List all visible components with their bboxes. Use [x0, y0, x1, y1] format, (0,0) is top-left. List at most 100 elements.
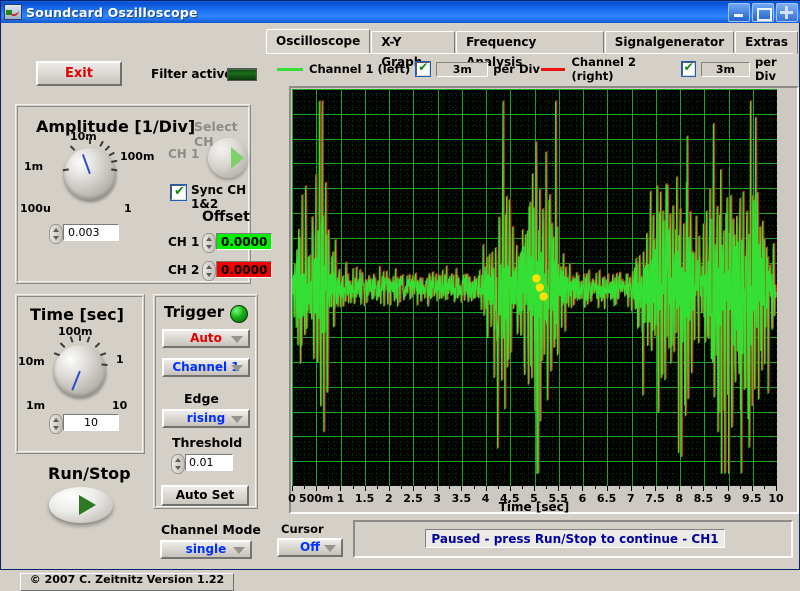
x-axis-tick [606, 486, 608, 491]
x-axis-minor-tick [376, 486, 378, 489]
offset-ch2-spinner[interactable] [202, 261, 216, 281]
channel1-per-div-field[interactable]: 3m [436, 61, 489, 77]
checkmark-icon: ✔ [683, 60, 694, 74]
x-axis-title: Time [sec] [498, 500, 570, 514]
play-icon [79, 495, 96, 515]
oscilloscope-plot[interactable] [292, 89, 777, 486]
trigger-source-value: Channel 1 [172, 360, 240, 374]
tab-xy-graph[interactable]: X-Y Graph [371, 31, 456, 69]
channel2-enable-checkbox[interactable]: ✔ [680, 60, 696, 77]
chevron-down-icon [324, 545, 336, 552]
tab-separator [266, 53, 793, 54]
offset-ch2-label: CH 2 [168, 263, 200, 277]
trigger-threshold-title: Threshold [172, 435, 243, 450]
offset-title: Offset [202, 209, 250, 225]
channel-mode-value: single [185, 542, 227, 556]
x-axis-minor-tick [328, 486, 330, 489]
application-window: Soundcard Oszilloscope Exit Filter activ… [0, 0, 800, 591]
x-axis-tick [751, 486, 753, 491]
maximize-button[interactable] [752, 3, 774, 22]
x-axis-minor-tick [739, 486, 741, 489]
app-icon [4, 4, 22, 20]
x-axis-tick [485, 486, 487, 491]
trigger-mode-value: Auto [190, 331, 222, 345]
x-axis-minor-tick [570, 486, 572, 489]
filter-active-label: Filter active [151, 67, 233, 81]
x-axis-tick [292, 486, 293, 491]
time-scale-tick [79, 335, 81, 341]
amplitude-scale-tick [89, 138, 91, 144]
tab-extras[interactable]: Extras [735, 31, 798, 54]
amplitude-value-field[interactable]: 0.003 [63, 224, 119, 241]
time-scale-tick [101, 363, 108, 367]
amplitude-spinner[interactable] [49, 224, 63, 244]
x-axis-tick [679, 486, 681, 491]
offset-ch1-label: CH 1 [168, 235, 200, 249]
window-controls [728, 3, 798, 22]
sync-channels-checkbox[interactable]: ✔ [170, 184, 187, 201]
channel1-legend: Channel 1 (left) ✔ 3m per Div [277, 61, 540, 77]
cursor-marker [535, 283, 545, 292]
x-axis-minor-tick [304, 486, 306, 489]
close-button[interactable] [776, 3, 798, 22]
chevron-down-icon [231, 416, 243, 423]
x-axis-minor-tick [400, 486, 402, 489]
cursor-marker [539, 292, 548, 301]
cursor-value: Off [300, 540, 320, 554]
channel1-label: Channel 1 (left) [309, 62, 411, 76]
time-value-field[interactable]: 10 [63, 414, 119, 431]
x-axis-tick [340, 486, 342, 491]
x-axis-tick [630, 486, 632, 491]
checkmark-icon: ✔ [174, 184, 185, 199]
x-axis-minor-tick [715, 486, 717, 489]
amplitude-tick-100u: 100u [20, 202, 51, 215]
chevron-down-icon [231, 336, 243, 343]
time-tick-1m: 1m [26, 399, 46, 412]
x-axis-minor-tick [473, 486, 475, 489]
channel2-per-div-field[interactable]: 3m [700, 61, 750, 77]
tab-oscilloscope[interactable]: Oscilloscope [266, 29, 371, 54]
time-knob[interactable] [54, 345, 106, 397]
trigger-edge-value: rising [186, 411, 226, 425]
time-title: Time [sec] [30, 305, 124, 324]
channel2-legend: Channel 2 (right) ✔ 3m per Div [541, 55, 799, 83]
time-spinner[interactable] [49, 414, 63, 434]
x-axis-tick [437, 486, 439, 491]
x-axis-minor-tick [521, 486, 523, 489]
offset-ch1-spinner[interactable] [202, 233, 216, 253]
x-axis-tick [316, 486, 318, 491]
channel2-label: Channel 2 (right) [571, 55, 636, 83]
x-axis-tick [655, 486, 656, 491]
x-axis-minor-tick [642, 486, 644, 489]
tab-signalgenerator[interactable]: Signalgenerator [604, 31, 735, 54]
channel1-enable-checkbox[interactable]: ✔ [415, 61, 432, 77]
select-channel-knob[interactable] [208, 138, 248, 178]
amplitude-knob[interactable] [64, 148, 116, 200]
x-axis-minor-tick [449, 486, 451, 489]
trigger-mode-dropdown[interactable]: Auto [162, 329, 250, 348]
cursor-dropdown[interactable]: Off [277, 538, 343, 557]
filter-active-indicator [227, 68, 257, 81]
run-stop-button[interactable] [49, 487, 113, 523]
x-axis-minor-tick [594, 486, 596, 489]
threshold-spinner[interactable] [171, 454, 185, 474]
x-axis-tick [413, 486, 414, 491]
exit-button[interactable]: Exit [36, 61, 122, 86]
cursor-marker [532, 274, 541, 283]
x-axis-tick [703, 486, 705, 491]
x-axis-minor-tick [352, 486, 354, 489]
run-stop-label: Run/Stop [48, 464, 131, 483]
trigger-source-dropdown[interactable]: Channel 1 [162, 358, 250, 377]
chevron-down-icon [231, 365, 243, 372]
tab-frequency-analysis[interactable]: Frequency Analysis [456, 31, 604, 69]
status-panel: Paused - press Run/Stop to continue - CH… [353, 520, 793, 558]
amplitude-group: Amplitude [1/Div] Select CH CH 1 1m 10m … [15, 104, 272, 284]
trigger-edge-dropdown[interactable]: rising [162, 409, 250, 428]
minimize-button[interactable] [728, 3, 750, 22]
auto-set-button[interactable]: Auto Set [161, 485, 249, 506]
window-title: Soundcard Oszilloscope [26, 4, 198, 20]
channel-mode-dropdown[interactable]: single [160, 540, 252, 559]
amplitude-tick-1m: 1m [24, 160, 44, 173]
amplitude-tick-100m: 100m [120, 150, 155, 163]
threshold-field[interactable]: 0.01 [185, 454, 233, 471]
